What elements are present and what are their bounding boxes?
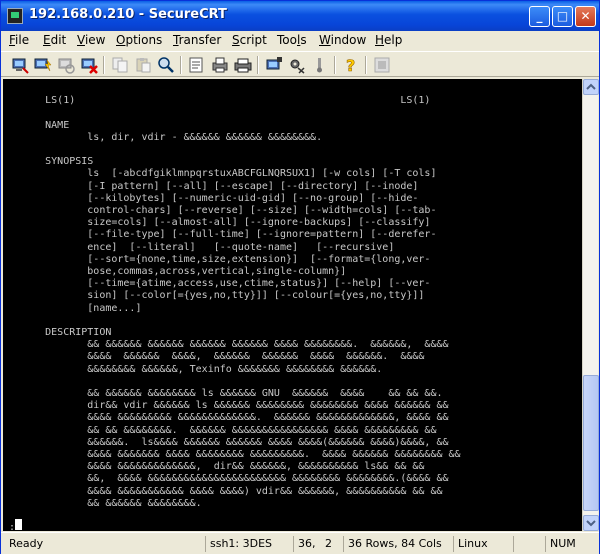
status-bar: Ready ssh1: 3DES 36, 2 36 Rows, 84 Cols … bbox=[1, 532, 599, 554]
toolbar-separator bbox=[365, 56, 367, 74]
terminal-line: [--time={atime,access,use,ctime,status}]… bbox=[3, 278, 431, 290]
securecrt-app-icon[interactable] bbox=[7, 8, 23, 24]
connect-icon[interactable] bbox=[11, 56, 29, 74]
terminal-line: [name...] bbox=[3, 302, 142, 314]
terminal-line: &&&& &&&&&&& &&&& &&&&&&&& &&&&&&&&&. &&… bbox=[3, 449, 461, 460]
menu-help[interactable]: Help bbox=[375, 33, 402, 47]
terminal-line: ls, dir, vdir - &&&&&& &&&&&& &&&&&&&&. bbox=[3, 131, 323, 143]
terminal-line: && &&&&&& &&&&&& &&&&&& &&&&&& &&&& &&&&… bbox=[3, 339, 449, 351]
terminal-line: &&&& &&&&&&&&&&& &&&& &&&&) vdir&& &&&&&… bbox=[3, 485, 443, 497]
terminal-line: LS(1) LS(1) bbox=[3, 95, 431, 107]
terminal-line: &&&& &&&&&& &&&&, &&&&&& &&&&&& &&&& &&&… bbox=[3, 351, 425, 363]
terminal-line: ence] [--literal] [--quote-name] [--recu… bbox=[3, 241, 395, 253]
quick-connect-icon[interactable] bbox=[34, 56, 52, 74]
terminal-line: && &&&&&& &&&&&&&&. bbox=[3, 497, 202, 509]
keymap-icon[interactable] bbox=[311, 56, 329, 74]
terminal-line: [--file-type] [--full-time] [--ignore=pa… bbox=[3, 229, 437, 241]
help-icon[interactable]: ? bbox=[342, 56, 360, 74]
terminal-line: control-chars] [--reverse] [--size] [--w… bbox=[3, 205, 437, 216]
menu-options[interactable]: Options bbox=[116, 33, 162, 47]
terminal-line: && && &&&&&&&&. &&&&&& &&&&&&&&&&&&&&&& … bbox=[3, 424, 437, 436]
terminal-line: bose,commas,across,vertical,single-colum… bbox=[3, 266, 347, 277]
scrollbar-thumb[interactable] bbox=[583, 375, 599, 511]
terminal-line: sion] [--color[={yes,no,tty}]] [--colour… bbox=[3, 290, 425, 302]
status-size: 36 Rows, 84 Cols bbox=[343, 536, 451, 552]
terminal-cursor bbox=[15, 519, 22, 530]
terminal-line: [--sort={none,time,size,extension}] [--f… bbox=[3, 253, 431, 265]
menu-view[interactable]: View bbox=[77, 33, 105, 47]
toolbar-separator bbox=[257, 56, 259, 74]
terminal-line: &&&&&&. ls&&&& &&&&&& &&&&&& &&&& &&&&(&… bbox=[3, 436, 449, 448]
window-title: 192.168.0.210 - SecureCRT bbox=[29, 7, 227, 22]
menu-file[interactable]: File bbox=[9, 33, 29, 47]
disconnect-icon[interactable] bbox=[80, 56, 98, 74]
status-os: Linux bbox=[453, 536, 511, 552]
menu-window[interactable]: Window bbox=[319, 33, 366, 47]
reconnect-icon[interactable] bbox=[57, 56, 75, 74]
toolbar: ? bbox=[1, 51, 599, 77]
global-options-icon[interactable] bbox=[288, 56, 306, 74]
status-protocol: ssh1: 3DES bbox=[205, 536, 291, 552]
copy-icon[interactable] bbox=[111, 56, 129, 74]
terminal-line: NAME bbox=[3, 119, 70, 131]
svg-text:?: ? bbox=[346, 56, 355, 74]
terminal-line: size=cols] [--almost-all] [--ignore-back… bbox=[3, 217, 431, 229]
toolbar-separator bbox=[103, 56, 105, 74]
status-num: NUM bbox=[545, 536, 599, 552]
close-button[interactable]: ✕ bbox=[575, 6, 596, 27]
print-setup-icon[interactable] bbox=[188, 56, 206, 74]
terminal-line: SYNOPSIS bbox=[3, 156, 94, 168]
terminal-line: && &&&&&& &&&&&&&& ls &&&&&& GNU &&&&&& … bbox=[3, 388, 443, 399]
paste-icon[interactable] bbox=[134, 56, 152, 74]
print-icon[interactable] bbox=[234, 56, 252, 74]
terminal-line: &&&& &&&&&&&&& &&&&&&&&&&&&&. &&&&&& &&&… bbox=[3, 412, 449, 424]
terminal-line: : bbox=[3, 522, 16, 531]
find-icon[interactable] bbox=[157, 56, 175, 74]
toolbar-separator bbox=[180, 56, 182, 74]
menu-transfer[interactable]: Transfer bbox=[173, 33, 221, 47]
status-caps bbox=[513, 536, 543, 552]
menu-edit[interactable]: Edit bbox=[43, 33, 66, 47]
maximize-button[interactable]: □ bbox=[552, 6, 573, 27]
terminal-line: &&, &&&& &&&&&&&&&&&&&&&&&&&&&&& &&&&&&&… bbox=[3, 473, 449, 485]
terminal-line: DESCRIPTION bbox=[3, 327, 112, 338]
print-selection-icon[interactable] bbox=[211, 56, 229, 74]
toolbar-separator bbox=[334, 56, 336, 74]
title-bar[interactable]: 192.168.0.210 - SecureCRT _ □ ✕ bbox=[1, 1, 599, 31]
scroll-up-button[interactable] bbox=[583, 79, 599, 95]
terminal-line: ls [-abcdfgiklmnpqrstuxABCFGLNQRSUX1] [-… bbox=[3, 168, 437, 180]
scroll-down-button[interactable] bbox=[583, 515, 599, 531]
terminal-line: [-I pattern] [--all] [--escape] [--direc… bbox=[3, 180, 419, 192]
menu-script[interactable]: Script bbox=[232, 33, 267, 47]
menu-tools[interactable]: Tools bbox=[277, 33, 307, 47]
terminal-line: &&&& &&&&&&&&&&&&&, dir&& &&&&&&, &&&&&&… bbox=[3, 461, 425, 473]
terminal-screen[interactable]: LS(1) LS(1) NAME ls, dir, vdir - &&&&&& … bbox=[3, 79, 582, 531]
status-row: 36, bbox=[293, 536, 319, 552]
terminal-line: [--kilobytes] [--numeric-uid-gid] [--no-… bbox=[3, 192, 419, 204]
securecrt-window: 192.168.0.210 - SecureCRT _ □ ✕ File Edi… bbox=[0, 0, 600, 554]
about-icon[interactable] bbox=[373, 56, 391, 74]
menu-bar: File Edit View Options Transfer Script T… bbox=[1, 31, 599, 51]
status-col: 2 bbox=[325, 537, 332, 550]
vertical-scrollbar[interactable] bbox=[582, 79, 599, 531]
session-options-icon[interactable] bbox=[265, 56, 283, 74]
minimize-button[interactable]: _ bbox=[529, 6, 550, 27]
terminal-line: dir&& vdir &&&&&& ls &&&&&& &&&&&&&& &&&… bbox=[3, 400, 449, 412]
terminal-line: &&&&&&&& &&&&&&, Texinfo &&&&&&& &&&&&&&… bbox=[3, 363, 383, 375]
status-ready: Ready bbox=[9, 537, 44, 550]
